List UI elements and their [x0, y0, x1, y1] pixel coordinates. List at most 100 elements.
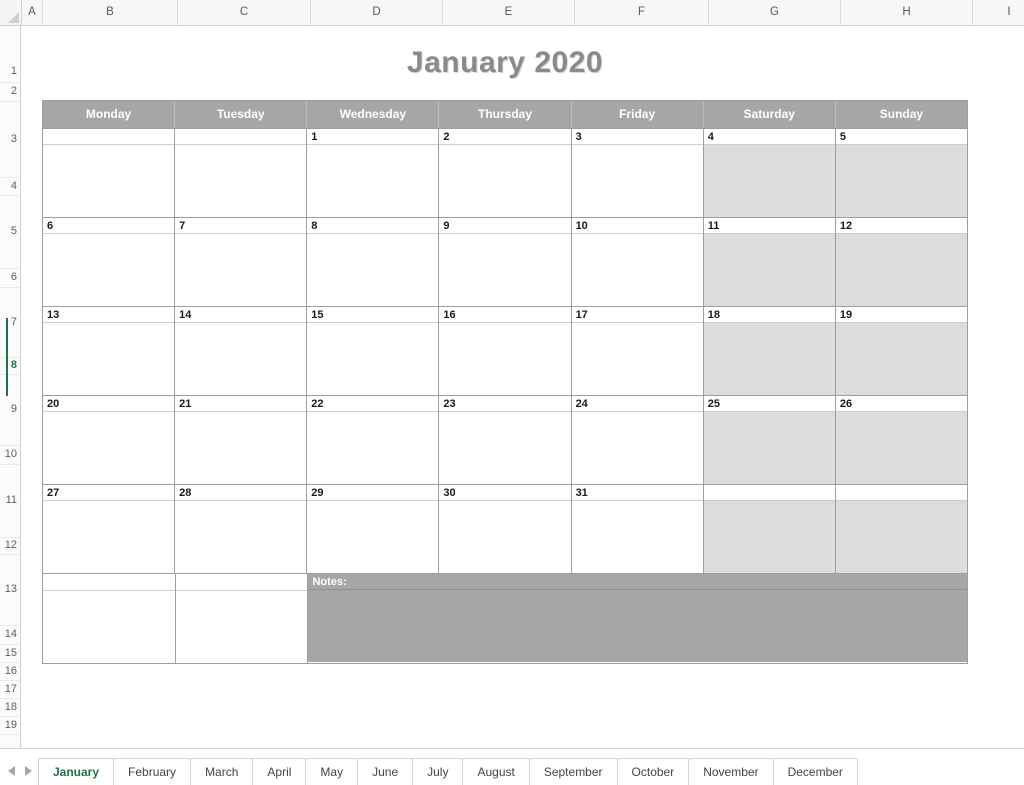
row-header-11[interactable]: 11: [0, 465, 20, 538]
calendar-day-entry-area[interactable]: [439, 501, 571, 573]
select-all-corner[interactable]: [0, 0, 22, 25]
sheet-tab-march[interactable]: March: [190, 758, 254, 785]
calendar-day-entry-area[interactable]: [439, 323, 571, 395]
calendar-day-cell[interactable]: 3: [571, 129, 704, 217]
sheet-tab-april[interactable]: April: [252, 758, 307, 785]
column-header-e[interactable]: E: [443, 0, 575, 25]
calendar-day-entry-area[interactable]: [43, 412, 175, 484]
calendar-day-entry-area[interactable]: [703, 234, 835, 306]
column-header-c[interactable]: C: [178, 0, 311, 25]
calendar-day-cell[interactable]: 16: [439, 307, 572, 395]
column-header-b[interactable]: B: [43, 0, 178, 25]
calendar-day-entry-area[interactable]: [703, 145, 835, 217]
row-header-5[interactable]: 5: [0, 196, 20, 269]
sheet-tab-july[interactable]: July: [412, 758, 464, 785]
row-header-4[interactable]: 4: [0, 178, 20, 196]
calendar-day-cell[interactable]: 11: [703, 218, 836, 306]
row-header-8[interactable]: 8: [0, 358, 20, 375]
row-header-9[interactable]: 9: [0, 375, 20, 446]
calendar-day-entry-area[interactable]: [175, 323, 307, 395]
calendar-day-cell[interactable]: 1: [307, 129, 440, 217]
row-header-16[interactable]: 16: [0, 663, 20, 681]
row-header-13[interactable]: 13: [0, 555, 20, 626]
calendar-day-cell[interactable]: 17: [571, 307, 704, 395]
calendar-day-entry-area[interactable]: [43, 234, 175, 306]
calendar-day-entry-area[interactable]: [835, 323, 967, 395]
previous-sheet-arrow-icon[interactable]: [8, 766, 15, 776]
calendar-day-entry-area[interactable]: [571, 145, 703, 217]
row-header-3[interactable]: 3: [0, 102, 20, 178]
calendar-day-cell[interactable]: 8: [307, 218, 440, 306]
calendar-day-cell[interactable]: 2: [439, 129, 572, 217]
calendar-day-cell[interactable]: 15: [307, 307, 440, 395]
calendar-day-entry-area[interactable]: [703, 412, 835, 484]
notes-spacer-cell-c[interactable]: [175, 574, 309, 663]
sheet-tab-may[interactable]: May: [305, 758, 359, 785]
calendar-day-cell[interactable]: 12: [835, 218, 967, 306]
calendar-day-cell[interactable]: 9: [439, 218, 572, 306]
calendar-day-cell[interactable]: 30: [439, 485, 572, 573]
row-header-1[interactable]: 1: [0, 62, 20, 83]
calendar-day-entry-area[interactable]: [175, 145, 307, 217]
row-header-14[interactable]: 14: [0, 626, 20, 645]
row-header-10[interactable]: 10: [0, 446, 20, 465]
calendar-day-entry-area[interactable]: [571, 234, 703, 306]
sheet-tab-november[interactable]: November: [688, 758, 774, 785]
calendar-day-entry-area[interactable]: [307, 145, 439, 217]
row-header-15[interactable]: 15: [0, 645, 20, 663]
calendar-day-entry-area[interactable]: [835, 145, 967, 217]
calendar-day-cell[interactable]: 18: [703, 307, 836, 395]
calendar-day-entry-area[interactable]: [835, 234, 967, 306]
sheet-tab-january[interactable]: January: [38, 758, 115, 785]
calendar-day-cell[interactable]: [835, 485, 967, 573]
row-header-17[interactable]: 17: [0, 681, 20, 699]
notes-entry-area[interactable]: [308, 590, 968, 662]
column-header-g[interactable]: G: [709, 0, 841, 25]
calendar-day-cell[interactable]: 26: [835, 396, 967, 484]
row-header-19[interactable]: 19: [0, 717, 20, 735]
calendar-day-cell[interactable]: 24: [571, 396, 704, 484]
column-header-i[interactable]: I: [973, 0, 1024, 25]
calendar-day-cell[interactable]: 25: [703, 396, 836, 484]
notes-spacer-cell-b[interactable]: [43, 574, 176, 663]
calendar-day-cell[interactable]: 6: [43, 218, 176, 306]
calendar-day-entry-area[interactable]: [571, 323, 703, 395]
calendar-day-entry-area[interactable]: [835, 501, 967, 573]
calendar-day-entry-area[interactable]: [439, 234, 571, 306]
calendar-day-cell[interactable]: [175, 129, 308, 217]
calendar-day-cell[interactable]: 22: [307, 396, 440, 484]
calendar-day-entry-area[interactable]: [307, 323, 439, 395]
sheet-tab-june[interactable]: June: [357, 758, 414, 785]
row-header-6[interactable]: 6: [0, 269, 20, 288]
calendar-day-cell[interactable]: 21: [175, 396, 308, 484]
row-header-12[interactable]: 12: [0, 538, 20, 555]
sheet-tab-october[interactable]: October: [616, 758, 690, 785]
column-header-f[interactable]: F: [575, 0, 709, 25]
calendar-day-cell[interactable]: 5: [835, 129, 967, 217]
calendar-day-cell[interactable]: 19: [835, 307, 967, 395]
calendar-day-cell[interactable]: 28: [175, 485, 308, 573]
calendar-day-entry-area[interactable]: [43, 501, 175, 573]
calendar-day-entry-area[interactable]: [439, 145, 571, 217]
column-header-a[interactable]: A: [22, 0, 43, 25]
calendar-day-entry-area[interactable]: [307, 412, 439, 484]
sheet-tab-september[interactable]: September: [528, 758, 618, 785]
calendar-day-entry-area[interactable]: [175, 234, 307, 306]
next-sheet-arrow-icon[interactable]: [25, 766, 32, 776]
calendar-day-cell[interactable]: [703, 485, 836, 573]
calendar-day-entry-area[interactable]: [439, 412, 571, 484]
calendar-day-cell[interactable]: 7: [175, 218, 308, 306]
calendar-day-cell[interactable]: 29: [307, 485, 440, 573]
calendar-day-cell[interactable]: 4: [703, 129, 836, 217]
calendar-day-cell[interactable]: 27: [43, 485, 176, 573]
calendar-day-entry-area[interactable]: [571, 412, 703, 484]
calendar-day-entry-area[interactable]: [835, 412, 967, 484]
calendar-day-entry-area[interactable]: [571, 501, 703, 573]
calendar-day-entry-area[interactable]: [43, 145, 175, 217]
calendar-day-entry-area[interactable]: [175, 412, 307, 484]
sheet-tab-august[interactable]: August: [462, 758, 530, 785]
notes-block[interactable]: Notes:: [308, 574, 968, 663]
column-header-d[interactable]: D: [311, 0, 443, 25]
sheet-tab-february[interactable]: February: [113, 758, 192, 785]
calendar-day-entry-area[interactable]: [43, 323, 175, 395]
